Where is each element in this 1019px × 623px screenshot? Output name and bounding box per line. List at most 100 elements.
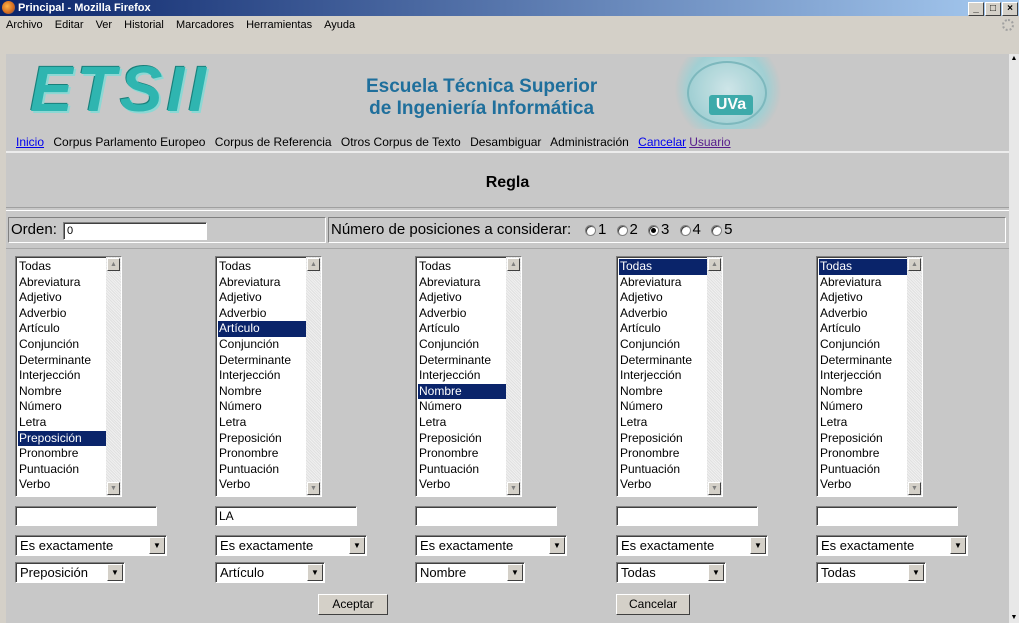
listbox-option[interactable]: Adjetivo (418, 290, 507, 306)
listbox-option[interactable]: Abreviatura (18, 275, 107, 291)
chevron-down-icon[interactable]: ▼ (107, 564, 123, 581)
listbox-scrollbar[interactable] (707, 257, 722, 496)
chevron-down-icon[interactable]: ▼ (507, 564, 523, 581)
listbox-option[interactable]: Nombre (18, 384, 107, 400)
scroll-down-icon[interactable]: ▼ (908, 482, 921, 495)
listbox-option[interactable]: Artículo (18, 321, 107, 337)
listbox-option[interactable]: Verbo (619, 477, 708, 493)
listbox-option[interactable]: Puntuación (619, 462, 708, 478)
word-input[interactable] (816, 506, 958, 526)
listbox-option[interactable]: Preposición (819, 431, 908, 447)
category-listbox[interactable]: Todas Abreviatura Adjetivo Adverbio Artículo… (215, 256, 322, 497)
category-select[interactable]: Preposición ▼ (15, 562, 125, 583)
listbox-option[interactable]: Preposición (218, 431, 307, 447)
listbox-option[interactable]: Letra (619, 415, 708, 431)
chevron-down-icon[interactable]: ▼ (307, 564, 323, 581)
listbox-option[interactable]: Preposición (619, 431, 708, 447)
listbox-option[interactable]: Determinante (218, 353, 307, 369)
listbox-option[interactable]: Todas (418, 259, 507, 275)
minimize-button[interactable]: _ (968, 2, 984, 16)
orden-input[interactable]: 0 (63, 222, 207, 240)
listbox-option[interactable]: Verbo (418, 477, 507, 493)
listbox-option[interactable]: Preposición (18, 430, 107, 447)
listbox-option[interactable]: Letra (819, 415, 908, 431)
nav-usuario[interactable]: Usuario (689, 135, 730, 149)
scroll-up-icon[interactable]: ▲ (1009, 54, 1019, 64)
menu-herramientas[interactable]: Herramientas (246, 19, 312, 31)
listbox-option[interactable]: Adjetivo (218, 290, 307, 306)
listbox-option[interactable]: Adverbio (619, 306, 708, 322)
listbox-option[interactable]: Abreviatura (819, 275, 908, 291)
scroll-up-icon[interactable]: ▲ (908, 258, 921, 271)
chevron-down-icon[interactable]: ▼ (708, 564, 724, 581)
listbox-option[interactable]: Pronombre (218, 446, 307, 462)
condition-select[interactable]: Es exactamente ▼ (15, 535, 167, 556)
listbox-option[interactable]: Conjunción (18, 337, 107, 353)
close-button[interactable]: × (1002, 2, 1018, 16)
listbox-option[interactable]: Abreviatura (418, 275, 507, 291)
scroll-up-icon[interactable]: ▲ (708, 258, 721, 271)
listbox-option[interactable]: Artículo (619, 321, 708, 337)
listbox-option[interactable]: Verbo (819, 477, 908, 493)
nav-cancelar[interactable]: Cancelar (638, 135, 686, 149)
listbox-option[interactable]: Interjección (418, 368, 507, 384)
scroll-down-icon[interactable]: ▼ (307, 482, 320, 495)
listbox-option[interactable]: Número (418, 399, 507, 415)
listbox-option[interactable]: Adverbio (418, 306, 507, 322)
scroll-up-icon[interactable]: ▲ (507, 258, 520, 271)
condition-select[interactable]: Es exactamente ▼ (415, 535, 567, 556)
listbox-scrollbar[interactable] (306, 257, 321, 496)
category-listbox[interactable]: Todas Abreviatura Adjetivo Adverbio Artículo… (15, 256, 122, 497)
word-input[interactable] (415, 506, 557, 526)
listbox-option[interactable]: Todas (619, 259, 708, 275)
listbox-option[interactable]: Puntuación (18, 462, 107, 478)
chevron-down-icon[interactable]: ▼ (349, 537, 365, 554)
nav-corpus-parlamento[interactable]: Corpus Parlamento Europeo (53, 135, 205, 149)
listbox-option[interactable]: Interjección (819, 368, 908, 384)
listbox-option[interactable]: Verbo (218, 477, 307, 493)
listbox-option[interactable]: Interjección (18, 368, 107, 384)
chevron-down-icon[interactable]: ▼ (750, 537, 766, 554)
listbox-option[interactable]: Preposición (418, 431, 507, 447)
condition-select[interactable]: Es exactamente ▼ (215, 535, 367, 556)
listbox-option[interactable]: Pronombre (418, 446, 507, 462)
category-select[interactable]: Nombre ▼ (415, 562, 525, 583)
category-listbox[interactable]: Todas Abreviatura Adjetivo Adverbio Artículo… (616, 256, 723, 497)
nav-desambiguar[interactable]: Desambiguar (470, 135, 541, 149)
nav-inicio[interactable]: Inicio (16, 135, 44, 149)
word-input[interactable] (616, 506, 758, 526)
listbox-option[interactable]: Determinante (819, 353, 908, 369)
listbox-option[interactable]: Determinante (18, 353, 107, 369)
menu-editar[interactable]: Editar (55, 19, 84, 31)
listbox-option[interactable]: Puntuación (218, 462, 307, 478)
chevron-down-icon[interactable]: ▼ (549, 537, 565, 554)
listbox-option[interactable]: Adverbio (218, 306, 307, 322)
listbox-option[interactable]: Adverbio (819, 306, 908, 322)
category-select[interactable]: Artículo ▼ (215, 562, 325, 583)
nav-corpus-referencia[interactable]: Corpus de Referencia (215, 135, 332, 149)
condition-select[interactable]: Es exactamente ▼ (616, 535, 768, 556)
listbox-option[interactable]: Nombre (819, 384, 908, 400)
listbox-option[interactable]: Conjunción (819, 337, 908, 353)
scroll-down-icon[interactable]: ▼ (708, 482, 721, 495)
listbox-option[interactable]: Conjunción (619, 337, 708, 353)
listbox-option[interactable]: Número (619, 399, 708, 415)
scroll-down-icon[interactable]: ▼ (1009, 613, 1019, 623)
menu-historial[interactable]: Historial (124, 19, 164, 31)
listbox-option[interactable]: Todas (819, 259, 908, 275)
listbox-option[interactable]: Pronombre (819, 446, 908, 462)
category-select[interactable]: Todas ▼ (816, 562, 926, 583)
listbox-option[interactable]: Pronombre (18, 446, 107, 462)
listbox-option[interactable]: Número (18, 399, 107, 415)
listbox-option[interactable]: Interjección (619, 368, 708, 384)
radio-5[interactable] (711, 224, 723, 236)
category-listbox[interactable]: Todas Abreviatura Adjetivo Adverbio Artículo… (415, 256, 522, 497)
listbox-option[interactable]: Puntuación (819, 462, 908, 478)
listbox-option[interactable]: Abreviatura (218, 275, 307, 291)
listbox-option[interactable]: Pronombre (619, 446, 708, 462)
listbox-option[interactable]: Todas (218, 259, 307, 275)
radio-3[interactable] (648, 224, 660, 236)
scroll-down-icon[interactable]: ▼ (507, 482, 520, 495)
listbox-option[interactable]: Nombre (418, 383, 507, 400)
scroll-up-icon[interactable]: ▲ (307, 258, 320, 271)
